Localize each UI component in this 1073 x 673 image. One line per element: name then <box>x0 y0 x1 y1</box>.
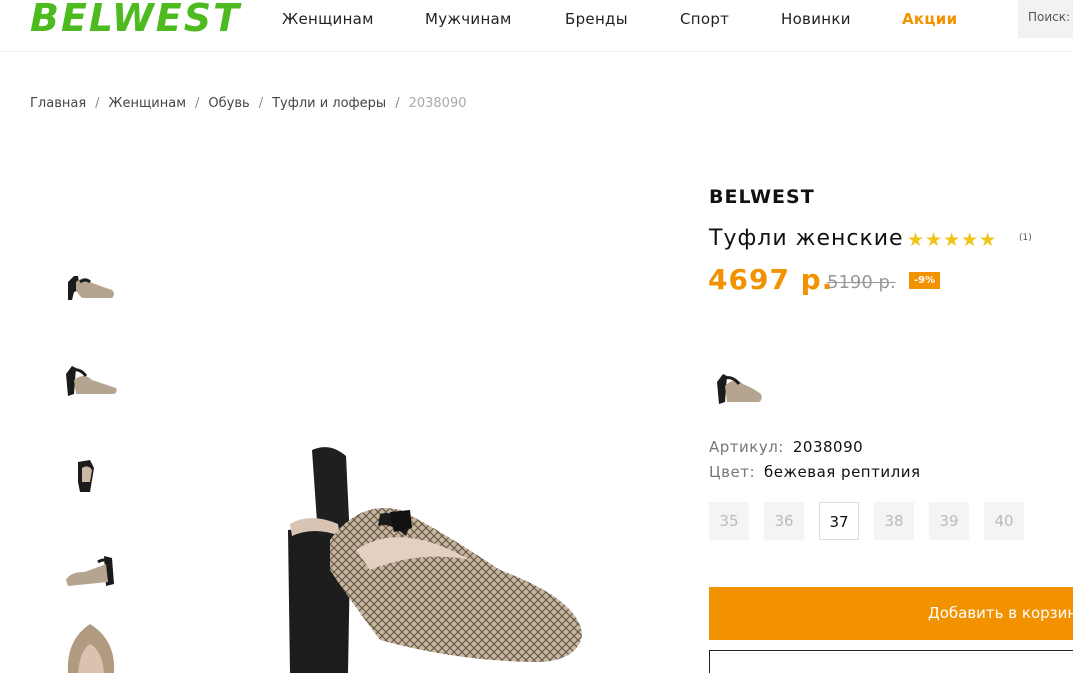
breadcrumb-shoes[interactable]: Обувь <box>208 96 249 111</box>
nav-sale[interactable]: Акции <box>902 10 957 28</box>
article-row: Артикул: 2038090 <box>709 438 863 456</box>
site-header: BELWEST Женщинам Мужчинам Бренды Спорт Н… <box>0 0 1073 52</box>
logo[interactable]: BELWEST <box>30 0 241 40</box>
breadcrumb-separator: / <box>258 96 264 111</box>
breadcrumb-separator: / <box>95 96 100 111</box>
thumbnail-3[interactable] <box>60 452 122 502</box>
color-value: бежевая рептилия <box>764 463 921 481</box>
current-price: 4697 р. <box>708 263 834 296</box>
product-brand[interactable]: BELWEST <box>709 186 815 208</box>
size-option-39[interactable]: 39 <box>929 502 969 540</box>
main-product-image[interactable] <box>270 440 600 673</box>
breadcrumb-pumps-loafers[interactable]: Туфли и лоферы <box>272 96 386 111</box>
breadcrumb-separator: / <box>395 96 400 111</box>
color-label: Цвет: <box>709 463 756 481</box>
article-value: 2038090 <box>792 438 864 456</box>
nav-brands[interactable]: Бренды <box>565 10 628 28</box>
product-title: Туфли женские <box>709 226 904 251</box>
size-option-36[interactable]: 36 <box>764 502 804 540</box>
color-row: Цвет: бежевая рептилия <box>709 463 920 481</box>
shoe-thumbnail-image <box>78 460 94 492</box>
breadcrumb-home[interactable]: Главная <box>30 96 86 111</box>
secondary-action-button[interactable] <box>709 650 1073 673</box>
shoe-thumbnail-image <box>66 556 114 586</box>
rating-stars[interactable]: ★★★★★ <box>907 229 997 251</box>
shoe-thumbnail-image <box>67 624 115 673</box>
thumbnail-5[interactable] <box>60 620 122 673</box>
size-option-35[interactable]: 35 <box>709 502 749 540</box>
size-option-40[interactable]: 40 <box>984 502 1024 540</box>
shoe-variant-image <box>717 374 762 404</box>
color-variant-swatch[interactable] <box>713 364 765 408</box>
breadcrumb-separator: / <box>195 96 200 111</box>
breadcrumb-current: 2038090 <box>408 96 467 111</box>
thumbnail-4[interactable] <box>60 546 122 596</box>
nav-sport[interactable]: Спорт <box>680 10 729 28</box>
thumbnail-1[interactable] <box>60 260 122 310</box>
add-to-cart-button[interactable]: Добавить в корзину <box>709 587 1073 640</box>
nav-women[interactable]: Женщинам <box>282 10 374 28</box>
thumbnail-2[interactable] <box>60 356 122 406</box>
breadcrumb: Главная / Женщинам / Обувь / Туфли и лоферы / 20… <box>30 96 467 111</box>
size-option-38[interactable]: 38 <box>874 502 914 540</box>
discount-badge: -9% <box>909 272 941 289</box>
shoe-thumbnail-image <box>66 366 117 396</box>
shoe-thumbnail-image <box>68 276 114 300</box>
search-input[interactable]: Поиск: <box>1018 0 1073 38</box>
old-price: 5190 р. <box>827 272 896 293</box>
nav-men[interactable]: Мужчинам <box>425 10 512 28</box>
nav-new[interactable]: Новинки <box>781 10 851 28</box>
breadcrumb-women[interactable]: Женщинам <box>109 96 186 111</box>
size-option-37[interactable]: 37 <box>819 502 859 540</box>
article-label: Артикул: <box>709 438 784 456</box>
rating-count[interactable]: (1) <box>1019 233 1032 243</box>
shoe-main-image <box>288 447 582 673</box>
